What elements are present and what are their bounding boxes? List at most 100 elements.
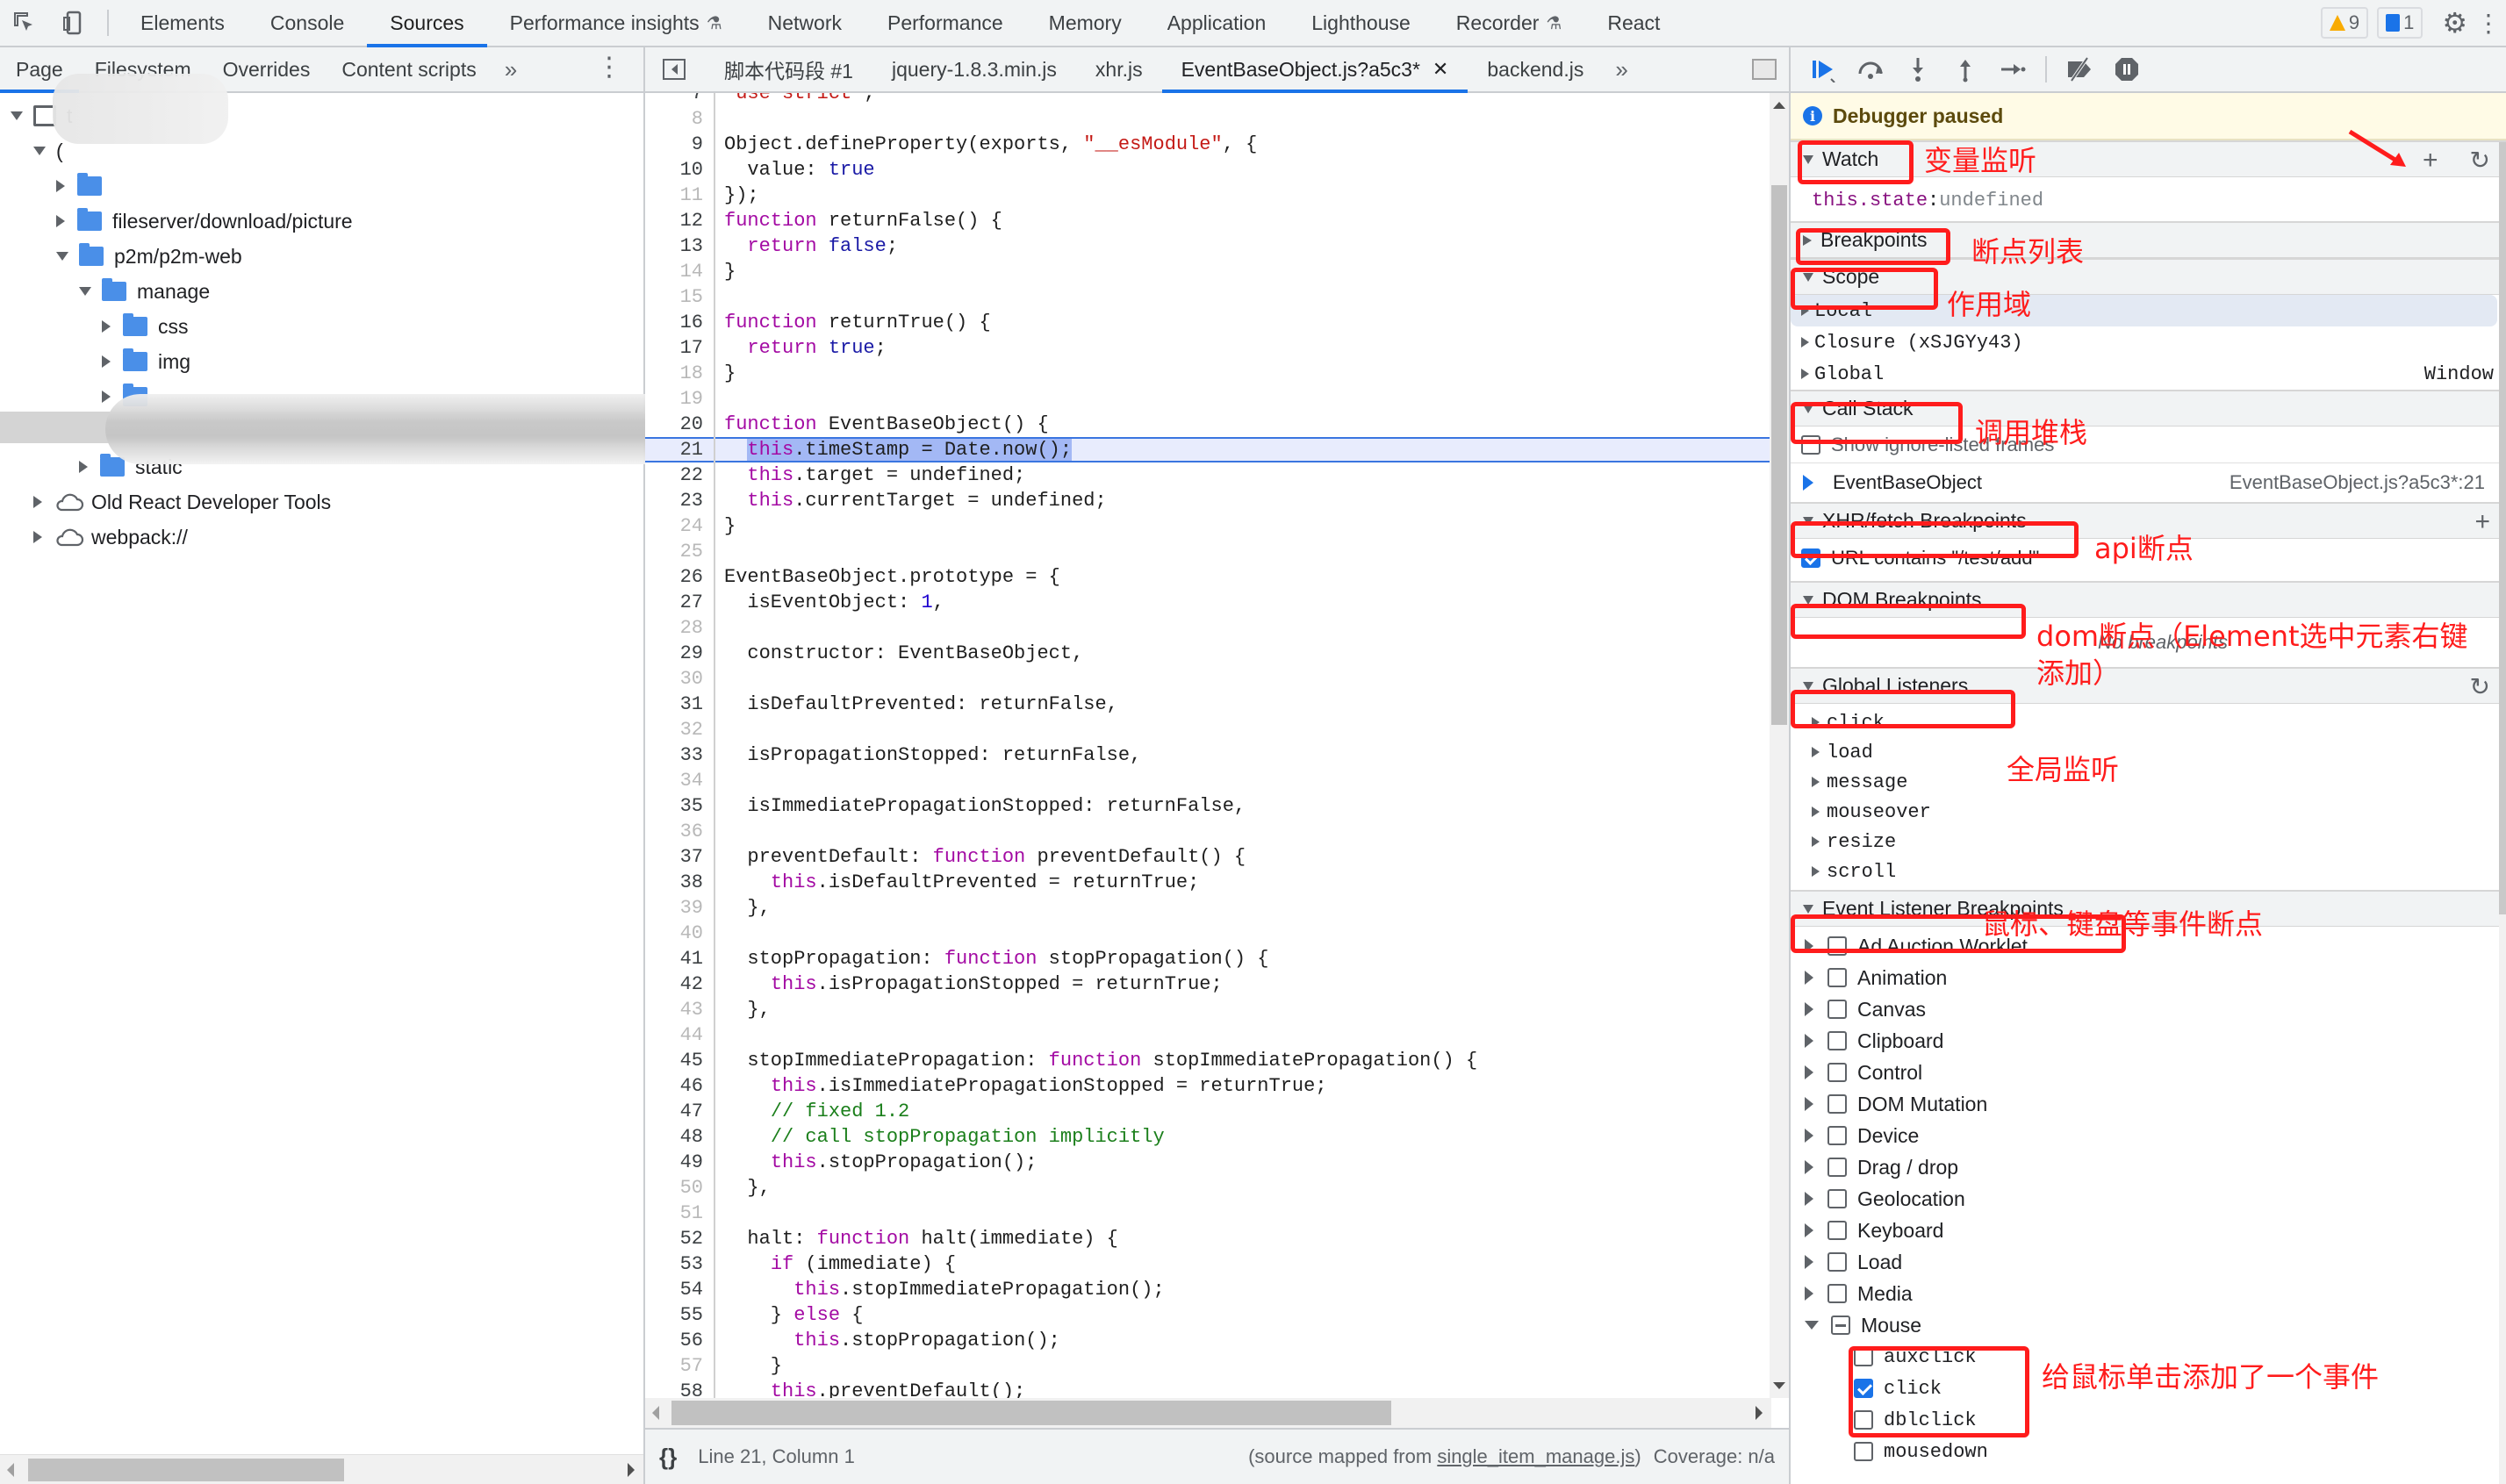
tree-item[interactable]: manage: [0, 274, 643, 309]
navigator-tab-overrides[interactable]: Overrides: [207, 47, 327, 91]
event-category-animation[interactable]: Animation: [1791, 962, 2506, 993]
code-line[interactable]: 49 this.stopPropagation();: [645, 1150, 1771, 1175]
navigator-tab-content-scripts[interactable]: Content scripts: [326, 47, 492, 91]
line-number[interactable]: 18: [645, 361, 715, 386]
scroll-down-arrow-icon[interactable]: [1773, 1382, 1785, 1389]
line-number[interactable]: 13: [645, 233, 715, 259]
frame-location[interactable]: EventBaseObject.js?a5c3*:21: [2230, 471, 2506, 494]
code-line[interactable]: 52 halt: function halt(immediate) {: [645, 1226, 1771, 1251]
line-number[interactable]: 29: [645, 641, 715, 666]
line-number[interactable]: 40: [645, 921, 715, 946]
line-number[interactable]: 26: [645, 564, 715, 590]
messages-badge[interactable]: 1: [2377, 7, 2423, 39]
line-number[interactable]: 34: [645, 768, 715, 793]
category-checkbox[interactable]: [1831, 1316, 1850, 1335]
code-line[interactable]: 56 this.stopPropagation();: [645, 1328, 1771, 1353]
code-line[interactable]: 11});: [645, 183, 1771, 208]
code-line[interactable]: 17 return true;: [645, 335, 1771, 361]
refresh-global-listeners-icon[interactable]: ↻: [2470, 672, 2490, 701]
step-into-button[interactable]: [1903, 54, 1933, 84]
tree-item[interactable]: Old React Developer Tools: [0, 484, 643, 520]
scrollbar-thumb[interactable]: [28, 1459, 344, 1481]
code-line[interactable]: 27 isEventObject: 1,: [645, 590, 1771, 615]
tab-react[interactable]: React: [1584, 0, 1683, 46]
collapsed-arrow-icon[interactable]: [1805, 1129, 1813, 1143]
code-line[interactable]: 38 this.isDefaultPrevented = returnTrue;: [645, 870, 1771, 895]
scroll-right-arrow-icon[interactable]: [1756, 1406, 1763, 1420]
toggle-navigator-icon[interactable]: [663, 59, 686, 80]
category-checkbox[interactable]: [1827, 1094, 1847, 1114]
code-line[interactable]: 50 },: [645, 1175, 1771, 1201]
code-line[interactable]: 45 stopImmediatePropagation: function st…: [645, 1048, 1771, 1073]
code-line[interactable]: 9 Object.defineProperty(exports, "__esMod…: [645, 132, 1771, 157]
editor-tab-backend-js[interactable]: backend.js: [1468, 47, 1603, 91]
tree-item[interactable]: img: [0, 344, 643, 379]
line-number[interactable]: 17: [645, 335, 715, 361]
line-number[interactable]: 36: [645, 819, 715, 844]
scroll-right-arrow-icon[interactable]: [628, 1463, 635, 1477]
line-number[interactable]: 21: [645, 437, 715, 462]
collapsed-arrow-icon[interactable]: [1812, 777, 1820, 787]
line-number[interactable]: 58: [645, 1379, 715, 1398]
expanded-arrow-icon[interactable]: [79, 287, 91, 296]
tab-sources[interactable]: Sources: [367, 0, 488, 47]
editor-tab-1[interactable]: 脚本代码段 #1: [705, 47, 872, 91]
category-checkbox[interactable]: [1827, 1284, 1847, 1303]
line-number[interactable]: 47: [645, 1099, 715, 1124]
more-options-icon[interactable]: ⋮: [2476, 9, 2501, 38]
tree-item[interactable]: [0, 168, 643, 204]
code-line[interactable]: 55 } else {: [645, 1302, 1771, 1328]
category-checkbox[interactable]: [1827, 1158, 1847, 1177]
tab-application[interactable]: Application: [1145, 0, 1289, 46]
expanded-arrow-icon[interactable]: [1805, 1321, 1819, 1330]
event-category-canvas[interactable]: Canvas: [1791, 993, 2506, 1025]
navigator-menu-icon[interactable]: ⋮: [596, 54, 622, 81]
collapsed-arrow-icon[interactable]: [1805, 1160, 1813, 1174]
code-line[interactable]: 33 isPropagationStopped: returnFalse,: [645, 742, 1771, 768]
line-number[interactable]: 57: [645, 1353, 715, 1379]
code-line[interactable]: 15: [645, 284, 1771, 310]
collapsed-arrow-icon[interactable]: [33, 496, 42, 508]
tab-network[interactable]: Network: [745, 0, 865, 46]
global-listener-scroll[interactable]: scroll: [1791, 857, 2506, 886]
line-number[interactable]: 50: [645, 1175, 715, 1201]
expanded-arrow-icon[interactable]: [11, 111, 23, 120]
scrollbar-thumb[interactable]: [2499, 142, 2506, 914]
line-number[interactable]: 39: [645, 895, 715, 921]
scroll-left-arrow-icon[interactable]: [7, 1463, 14, 1477]
code-line[interactable]: 24}: [645, 513, 1771, 539]
pretty-print-icon[interactable]: {}: [659, 1444, 677, 1471]
event-category-clipboard[interactable]: Clipboard: [1791, 1025, 2506, 1057]
code-line[interactable]: 28: [645, 615, 1771, 641]
expanded-arrow-icon[interactable]: [56, 252, 68, 261]
code-line[interactable]: 8: [645, 106, 1771, 132]
code-line[interactable]: 32: [645, 717, 1771, 742]
code-line[interactable]: 58 this.preventDefault();: [645, 1379, 1771, 1398]
mouse-event-mousedown[interactable]: mousedown: [1791, 1436, 2506, 1467]
collapsed-arrow-icon[interactable]: [1805, 1192, 1813, 1206]
sidebar-scrollbar[interactable]: [2499, 142, 2506, 1484]
collapsed-arrow-icon[interactable]: [1812, 807, 1820, 817]
tree-item[interactable]: fileserver/download/picture: [0, 204, 643, 239]
collapsed-arrow-icon[interactable]: [102, 391, 111, 403]
collapsed-arrow-icon[interactable]: [1812, 747, 1820, 757]
scrollbar-thumb[interactable]: [671, 1401, 1391, 1425]
code-line[interactable]: 46 this.isImmediatePropagationStopped = …: [645, 1073, 1771, 1099]
category-checkbox[interactable]: [1827, 1031, 1847, 1050]
tab-performance-insights[interactable]: Performance insights ⚗: [487, 0, 745, 46]
code-area[interactable]: 7 "use strict"; 8 9 Object.defineProperty(e…: [645, 93, 1771, 1398]
collapsed-arrow-icon[interactable]: [1805, 1097, 1813, 1111]
collapsed-arrow-icon[interactable]: [1805, 971, 1813, 985]
code-line[interactable]: 25: [645, 539, 1771, 564]
line-number[interactable]: 31: [645, 692, 715, 717]
code-line[interactable]: 22 this.target = undefined;: [645, 462, 1771, 488]
code-line[interactable]: 36: [645, 819, 1771, 844]
line-number[interactable]: 8: [645, 106, 715, 132]
editor-tab-jquery-1-8-3-min-js[interactable]: jquery-1.8.3.min.js: [872, 47, 1076, 91]
editor-tab-eventbaseobject-js-a5c3[interactable]: EventBaseObject.js?a5c3* ✕: [1161, 47, 1468, 93]
code-line[interactable]: 44: [645, 1022, 1771, 1048]
line-number[interactable]: 23: [645, 488, 715, 513]
collapsed-arrow-icon[interactable]: [102, 355, 111, 368]
code-line[interactable]: 13 return false;: [645, 233, 1771, 259]
code-line[interactable]: 48 // call stopPropagation implicitly: [645, 1124, 1771, 1150]
